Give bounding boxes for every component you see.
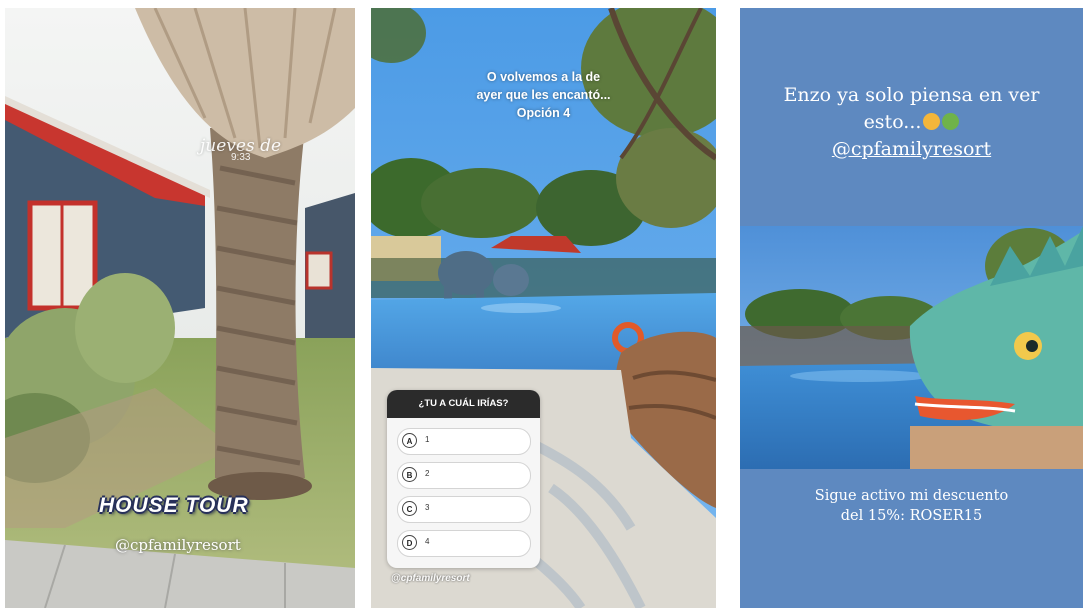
quiz-sticker: ¿TU A CUÁL IRÍAS? A 1 B 2 C 3 D 4: [387, 390, 540, 568]
caption-line: Enzo ya solo piensa en ver: [783, 84, 1040, 106]
option-letter: D: [402, 535, 417, 550]
dragon-emoji-icon: [942, 113, 960, 130]
discount-caption: Sigue activo mi descuento del 15%: ROSER…: [740, 486, 1083, 526]
option-label: 4: [425, 537, 430, 546]
caption-line: Sigue activo mi descuento: [814, 488, 1009, 504]
option-label: 2: [425, 469, 430, 478]
house-garden-photo: [5, 8, 355, 608]
caption-line: Opción 4: [516, 106, 571, 120]
option-label: 1: [425, 435, 430, 444]
mention-link[interactable]: @cpfamilyresort: [115, 536, 241, 554]
option-label: 3: [425, 503, 430, 512]
quiz-question: ¿TU A CUÁL IRÍAS?: [387, 390, 540, 418]
caption-text: esto...: [863, 111, 922, 133]
story-pool-quiz[interactable]: O volvemos a la de ayer que les encantó.…: [371, 8, 716, 608]
story-caption: Enzo ya solo piensa en ver esto...: [740, 82, 1083, 136]
quiz-option-a[interactable]: A 1: [397, 428, 531, 455]
option-letter: B: [402, 467, 417, 482]
caption-line: O volvemos a la de: [486, 70, 601, 84]
caption-line: ayer que les encantó...: [476, 88, 611, 102]
dragon-pool-photo: [740, 226, 1083, 469]
quiz-option-b[interactable]: B 2: [397, 462, 531, 489]
story-caption: O volvemos a la de ayer que les encantó.…: [371, 68, 716, 122]
option-letter: C: [402, 501, 417, 516]
caption-line-with-emojis: esto...: [740, 109, 1083, 136]
story-dragon-pool[interactable]: Enzo ya solo piensa en ver esto... @cpfa…: [740, 8, 1083, 608]
discount-code: del 15%: ROSER15: [840, 508, 983, 524]
mention-link[interactable]: @cpfamilyresort: [740, 138, 1083, 160]
quiz-option-c[interactable]: C 3: [397, 496, 531, 523]
house-tour-title: HOUSE TOUR: [99, 494, 249, 517]
story-house-tour[interactable]: jueves de 9:33 HOUSE TOUR @cpfamilyresor…: [5, 8, 355, 608]
option-letter: A: [402, 433, 417, 448]
time-sticker: 9:33: [231, 152, 251, 163]
quiz-option-d[interactable]: D 4: [397, 530, 531, 557]
hug-emoji-icon: [923, 113, 941, 130]
mention-link[interactable]: @cpfamilyresort: [391, 573, 470, 584]
